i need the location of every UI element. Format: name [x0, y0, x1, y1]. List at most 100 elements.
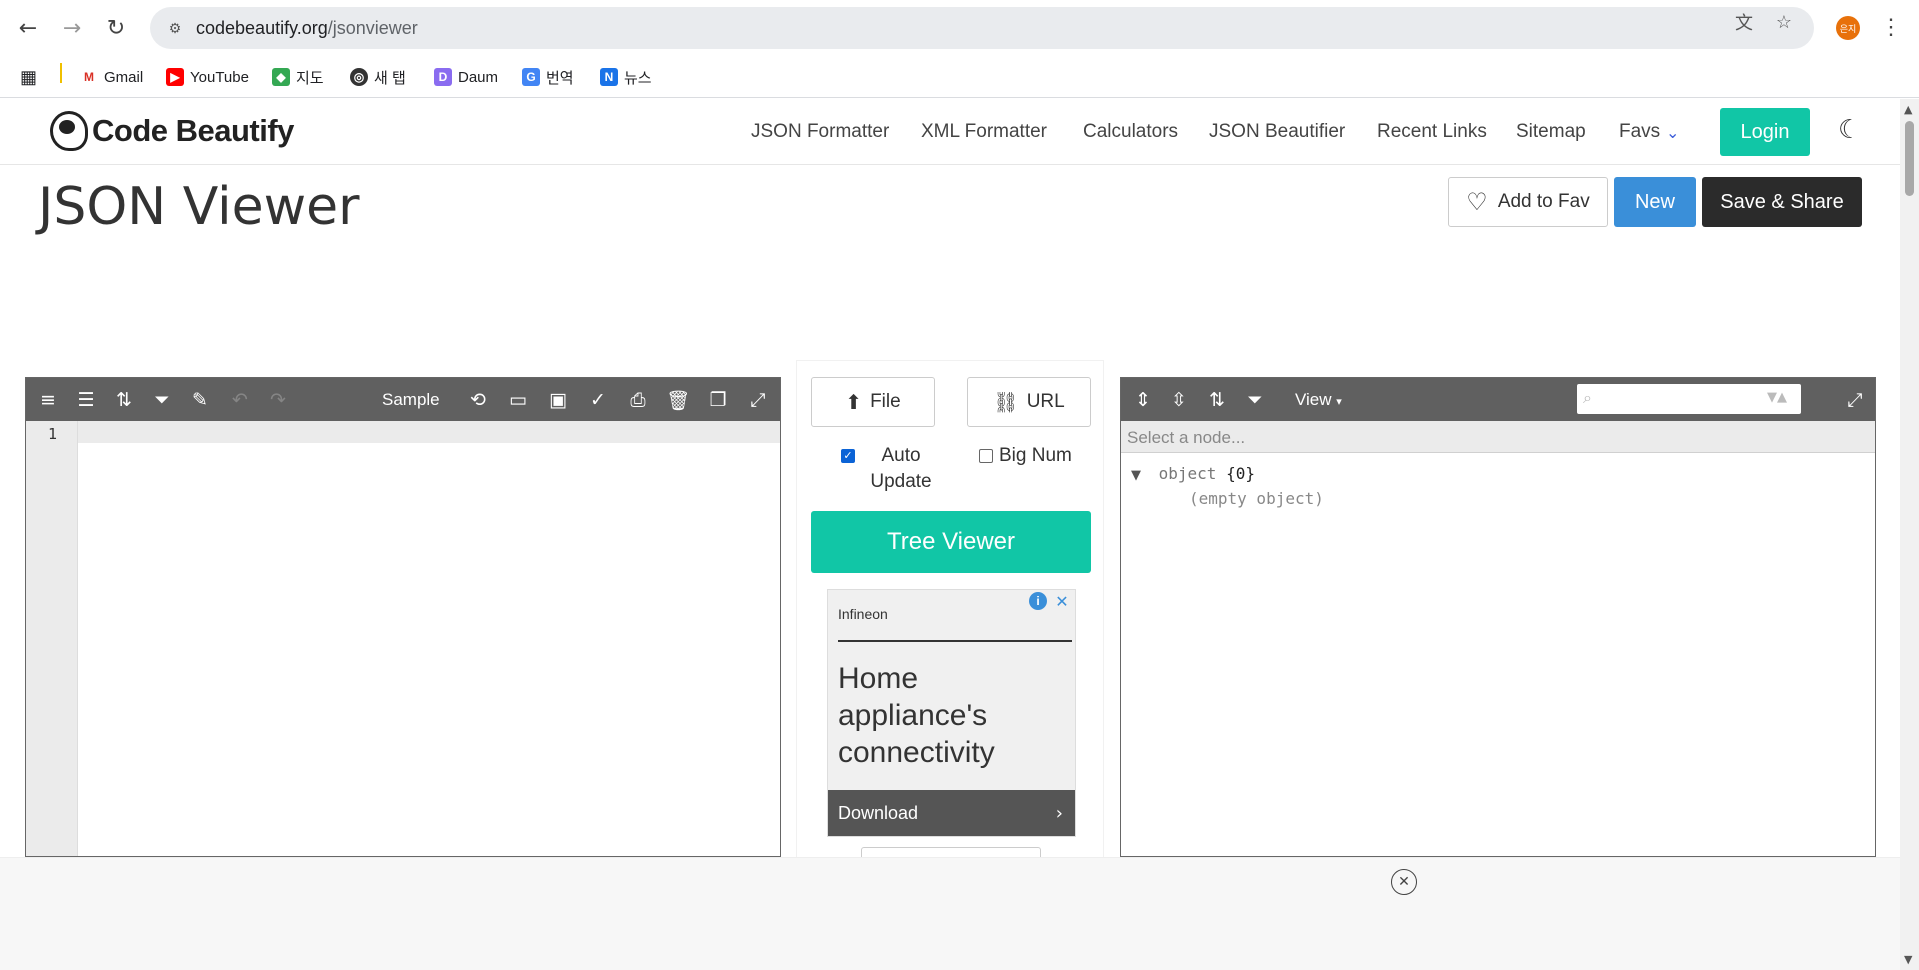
trash-icon[interactable]: 🗑: [664, 386, 692, 414]
nav-json-formatter[interactable]: JSON Formatter: [751, 121, 889, 143]
nav-xml-formatter[interactable]: XML Formatter: [921, 121, 1047, 143]
bookmark-youtube[interactable]: ▶ YouTube: [166, 64, 249, 90]
site-settings-icon[interactable]: ⚙: [164, 17, 186, 39]
globe-icon: ◎: [350, 68, 368, 86]
collapse-all-icon[interactable]: ⇳: [1165, 386, 1193, 414]
expand-all-icon[interactable]: ⇕: [1129, 386, 1157, 414]
back-icon[interactable]: ←: [12, 12, 44, 44]
tree-viewer-button[interactable]: Tree Viewer: [811, 511, 1091, 573]
apps-grid-icon[interactable]: ▦: [20, 64, 37, 90]
big-num-checkbox[interactable]: Big Num: [979, 443, 1072, 469]
forward-icon[interactable]: →: [56, 12, 88, 44]
search-nav-arrows-icon[interactable]: ▼▲: [1767, 390, 1787, 405]
site-header: Code Beautify JSON Formatter XML Formatt…: [0, 99, 1900, 165]
tree-viewer-panel: ⇕ ⇳ ⇅ ⏷ View ▾ ⌕ ▼▲ ⤢ Select a node... ▼…: [1120, 377, 1876, 857]
active-line: [78, 421, 780, 443]
reload-icon[interactable]: ↻: [100, 12, 132, 44]
translate-icon: G: [522, 68, 540, 86]
nav-json-beautifier[interactable]: JSON Beautifier: [1209, 121, 1345, 143]
nav-recent-links[interactable]: Recent Links: [1377, 121, 1487, 143]
expand-triangle-icon[interactable]: ▼: [1131, 468, 1141, 483]
dark-mode-icon[interactable]: ☾: [1838, 115, 1861, 145]
bookmark-daum[interactable]: D Daum: [434, 64, 498, 90]
scroll-down-icon[interactable]: ▼: [1904, 953, 1912, 966]
checkbox-unchecked-icon[interactable]: [979, 449, 993, 463]
bookmark-new-tab[interactable]: ◎ 새 탭: [350, 64, 406, 90]
print-icon[interactable]: ⎙: [624, 386, 652, 414]
bottom-ad-banner: ✕: [0, 857, 1900, 970]
url-text[interactable]: codebeautify.org/jsonviewer: [196, 18, 418, 39]
nav-favs[interactable]: Favs: [1619, 121, 1660, 143]
sort-icon[interactable]: ⇅: [1203, 386, 1231, 414]
tree-search-input[interactable]: ⌕ ▼▲: [1577, 384, 1801, 414]
viewer-toolbar: ⇕ ⇳ ⇅ ⏷ View ▾ ⌕ ▼▲ ⤢: [1121, 378, 1875, 421]
upload-icon: ⬆: [845, 390, 863, 414]
browser-toolbar: ← → ↻ ⚙ codebeautify.org/jsonviewer 文 ☆ …: [0, 0, 1919, 56]
fullscreen-icon[interactable]: ⤢: [1841, 386, 1869, 414]
ad-headline: Home appliance's connectivity: [838, 662, 995, 769]
daum-icon: D: [434, 68, 452, 86]
tree-root-node[interactable]: ▼ object {0}: [1131, 464, 1255, 483]
scroll-thumb[interactable]: [1905, 121, 1914, 196]
redo-icon[interactable]: ↷: [264, 386, 292, 414]
new-button[interactable]: New: [1614, 177, 1696, 227]
repair-wrench-icon[interactable]: ✎: [186, 386, 214, 414]
add-to-fav-button[interactable]: ♡ Add to Fav: [1448, 177, 1608, 227]
auto-update-checkbox[interactable]: ✓ Auto Update: [841, 443, 951, 495]
sidebar-ad[interactable]: i ✕ Infineon Home appliance's connectivi…: [827, 589, 1076, 837]
node-breadcrumb: Select a node...: [1121, 421, 1875, 453]
open-folder-icon[interactable]: ▭: [504, 386, 532, 414]
file-upload-button[interactable]: ⬆ File: [811, 377, 935, 427]
bookmark-gmail[interactable]: M Gmail: [80, 64, 143, 90]
site-logo[interactable]: Code Beautify: [50, 111, 294, 151]
filter-icon[interactable]: ⏷: [148, 386, 176, 414]
line-number: 1: [48, 425, 58, 443]
ad-info-icon[interactable]: i: [1029, 592, 1047, 610]
close-icon[interactable]: ✕: [1391, 869, 1417, 895]
sort-icon[interactable]: ⇅: [110, 386, 138, 414]
history-icon[interactable]: ⟲: [464, 386, 492, 414]
view-mode-dropdown[interactable]: View ▾: [1295, 390, 1342, 410]
compact-icon[interactable]: ☰: [72, 386, 100, 414]
search-icon: ⌕: [1583, 388, 1592, 407]
copy-icon[interactable]: ❐: [704, 386, 732, 414]
page-scrollbar[interactable]: ▲ ▼: [1900, 99, 1919, 970]
browser-menu-icon[interactable]: ⋮: [1880, 14, 1902, 40]
format-icon[interactable]: ≡: [34, 386, 62, 414]
nav-calculators[interactable]: Calculators: [1083, 121, 1178, 143]
profile-avatar[interactable]: 은지: [1836, 16, 1860, 40]
ad-download-button[interactable]: Download ›: [828, 790, 1075, 836]
scroll-up-icon[interactable]: ▲: [1904, 103, 1912, 116]
heart-icon: ♡: [1466, 188, 1488, 216]
link-icon: ⛓: [993, 390, 1019, 414]
bookmarks-bar: ▦ M Gmail ▶ YouTube ◆ 지도 ◎ 새 탭 D Daum G 번역 N 뉴스: [0, 56, 1919, 98]
filter-icon[interactable]: ⏷: [1241, 386, 1269, 414]
save-icon[interactable]: ▣: [544, 386, 572, 414]
undo-icon[interactable]: ↶: [226, 386, 254, 414]
bookmark-translate[interactable]: G 번역: [522, 64, 574, 90]
validate-check-icon[interactable]: ✓: [584, 386, 612, 414]
brain-logo-icon: [50, 111, 88, 151]
youtube-icon: ▶: [166, 68, 184, 86]
news-icon: N: [600, 68, 618, 86]
gmail-icon: M: [80, 68, 98, 86]
address-bar[interactable]: ⚙ codebeautify.org/jsonviewer: [150, 7, 1814, 49]
editor-toolbar: ≡ ☰ ⇅ ⏷ ✎ ↶ ↷ Sample ⟲ ▭ ▣ ✓ ⎙ 🗑 ❐ ⤢: [26, 378, 780, 421]
nav-sitemap[interactable]: Sitemap: [1516, 121, 1586, 143]
bookmark-news[interactable]: N 뉴스: [600, 64, 652, 90]
json-input-editor[interactable]: ≡ ☰ ⇅ ⏷ ✎ ↶ ↷ Sample ⟲ ▭ ▣ ✓ ⎙ 🗑 ❐ ⤢ 1: [25, 377, 781, 857]
translate-page-icon[interactable]: 文: [1732, 10, 1756, 34]
sample-button[interactable]: Sample: [382, 390, 440, 410]
ad-divider: [838, 640, 1072, 642]
bookmark-maps[interactable]: ◆ 지도: [272, 64, 324, 90]
save-share-button[interactable]: Save & Share: [1702, 177, 1862, 227]
chevron-down-icon[interactable]: ⌄: [1666, 123, 1679, 142]
login-button[interactable]: Login: [1720, 108, 1810, 156]
checkbox-checked-icon[interactable]: ✓: [841, 449, 855, 463]
ad-close-icon[interactable]: ✕: [1053, 592, 1071, 611]
bookmark-star-icon[interactable]: ☆: [1772, 10, 1796, 34]
fullscreen-icon[interactable]: ⤢: [744, 386, 772, 414]
line-gutter: [26, 421, 78, 856]
url-load-button[interactable]: ⛓ URL: [967, 377, 1091, 427]
maps-icon: ◆: [272, 68, 290, 86]
